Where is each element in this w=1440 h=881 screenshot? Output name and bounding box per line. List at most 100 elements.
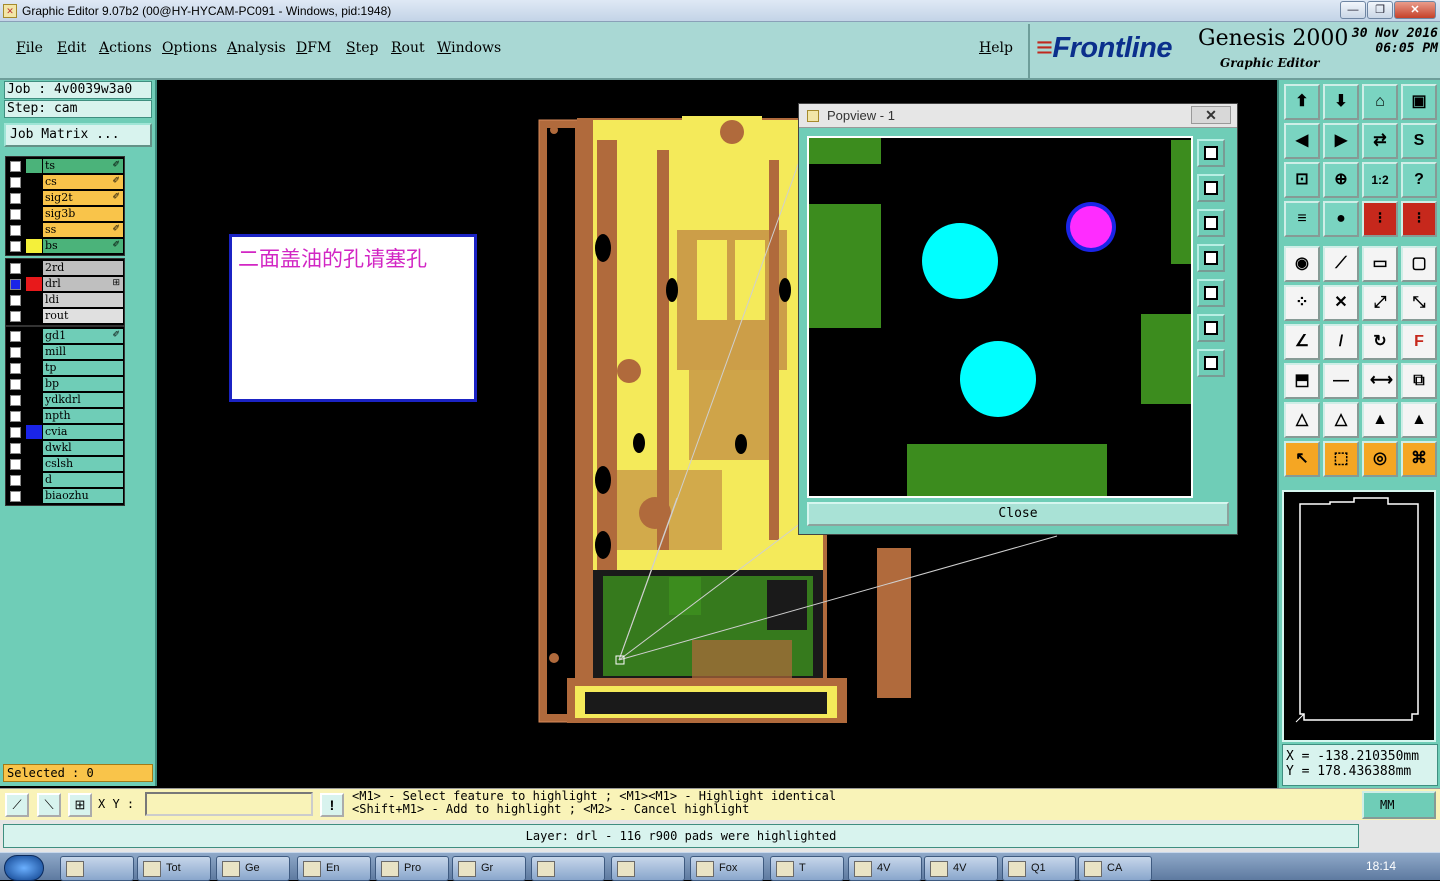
select-box-icon[interactable]: ⬚ <box>1323 441 1359 477</box>
snap-mode-1-icon[interactable]: ⟋ <box>5 793 29 817</box>
start-button[interactable] <box>4 855 44 881</box>
layer-row-2rd[interactable]: 2rd <box>7 260 123 276</box>
window-view-icon[interactable]: ▣ <box>1401 84 1437 120</box>
pan-left-icon[interactable]: ◀ <box>1284 123 1320 159</box>
layer-row-dwkl[interactable]: dwkl <box>7 440 123 456</box>
popview-pan-up-icon[interactable] <box>1197 174 1225 202</box>
layer-row-cslsh[interactable]: cslsh <box>7 456 123 472</box>
layer-color-swatch[interactable] <box>26 377 42 391</box>
layer-checkbox[interactable] <box>10 263 21 274</box>
layer-checkbox[interactable] <box>10 161 21 172</box>
layer-color-icon[interactable]: ⁝ <box>1401 201 1437 237</box>
taskbar-item[interactable]: Ge <box>216 856 290 881</box>
layer-color-swatch[interactable] <box>26 239 42 253</box>
layer-row-npth[interactable]: npth <box>7 408 123 424</box>
layer-checkbox[interactable] <box>10 331 21 342</box>
rotate-icon[interactable]: ↻ <box>1362 324 1398 360</box>
layer-checkbox[interactable] <box>10 379 21 390</box>
select-net-icon[interactable]: ⌘ <box>1401 441 1437 477</box>
layer-row-drl[interactable]: drl ⊞ <box>7 276 123 292</box>
layer-row-ydkdrl[interactable]: ydkdrl <box>7 392 123 408</box>
cross-icon[interactable]: ✕ <box>1323 285 1359 321</box>
menu-help[interactable]: Help <box>979 40 1013 56</box>
layer-row-sig2t[interactable]: sig2t ✐ <box>7 190 123 206</box>
taskbar-item[interactable] <box>611 856 685 881</box>
layer-color-swatch[interactable] <box>26 293 42 307</box>
menu-analysis[interactable]: Analysis <box>227 40 286 56</box>
taskbar-item[interactable]: Pro <box>375 856 449 881</box>
layer-color-swatch[interactable] <box>26 175 42 189</box>
snap-icon[interactable]: ● <box>1323 201 1359 237</box>
zoom-center-icon[interactable]: ⊕ <box>1323 162 1359 198</box>
layer-color-swatch[interactable] <box>26 409 42 423</box>
popview-close-x-button[interactable]: ✕ <box>1191 106 1231 124</box>
snap-mode-2-icon[interactable]: ⟍ <box>37 793 61 817</box>
layer-row-sig3b[interactable]: sig3b <box>7 206 123 222</box>
break-icon[interactable]: ⬒ <box>1284 363 1320 399</box>
popview-pan-left-icon[interactable] <box>1197 244 1225 272</box>
layer-color-swatch[interactable] <box>26 345 42 359</box>
measure-icon[interactable]: ≡ <box>1284 201 1320 237</box>
layer-checkbox[interactable] <box>10 443 21 454</box>
layer-row-tp[interactable]: tp <box>7 360 123 376</box>
taskbar-item[interactable]: 4V <box>848 856 922 881</box>
select-arrow-icon[interactable]: ↖ <box>1284 441 1320 477</box>
layer-checkbox[interactable] <box>10 411 21 422</box>
angle-icon[interactable]: ∠ <box>1284 324 1320 360</box>
layer-color-swatch[interactable] <box>26 457 42 471</box>
layer-row-gd1[interactable]: gd1 ✐ <box>7 328 123 344</box>
popview-pan-right-icon[interactable] <box>1197 279 1225 307</box>
layer-row-bp[interactable]: bp <box>7 376 123 392</box>
layer-row-mill[interactable]: mill <box>7 344 123 360</box>
layer-checkbox[interactable] <box>10 427 21 438</box>
scale-1-2-icon[interactable]: 1:2 <box>1362 162 1398 198</box>
ruler-icon[interactable]: ▭ <box>1362 246 1398 282</box>
layer-row-biaozhu[interactable]: biaozhu <box>7 488 123 504</box>
pan-right-icon[interactable]: ▶ <box>1323 123 1359 159</box>
taskbar-item[interactable] <box>60 856 134 881</box>
layer-checkbox[interactable] <box>10 459 21 470</box>
select-circle-icon[interactable]: ◎ <box>1362 441 1398 477</box>
split-icon[interactable]: — <box>1323 363 1359 399</box>
help-query-icon[interactable]: ? <box>1401 162 1437 198</box>
layer-color-swatch[interactable] <box>26 261 42 275</box>
zoom-fit-icon[interactable]: ⊡ <box>1284 162 1320 198</box>
popview-pan-down-icon[interactable] <box>1197 209 1225 237</box>
menu-options[interactable]: Options <box>162 40 217 56</box>
layer-color-swatch[interactable] <box>26 393 42 407</box>
copy-pad-icon[interactable]: ⤡ <box>1401 285 1437 321</box>
overview-map[interactable] <box>1282 490 1436 742</box>
menu-file[interactable]: File <box>16 40 43 56</box>
layer-checkbox[interactable] <box>10 363 21 374</box>
layer-color-swatch[interactable] <box>26 425 42 439</box>
add-pad-icon[interactable]: ◉ <box>1284 246 1320 282</box>
layer-row-bs[interactable]: bs ✐ <box>7 238 123 254</box>
home-view-icon[interactable]: ⌂ <box>1362 84 1398 120</box>
add-line-icon[interactable]: ⟋ <box>1323 246 1359 282</box>
minimize-button[interactable]: — <box>1340 1 1366 19</box>
layer-color-swatch[interactable] <box>26 207 42 221</box>
layer-row-rout[interactable]: rout <box>7 308 123 324</box>
slash-icon[interactable]: / <box>1323 324 1359 360</box>
layer-checkbox[interactable] <box>10 193 21 204</box>
menu-dfm[interactable]: DFM <box>296 40 331 56</box>
layer-row-ldi[interactable]: ldi <box>7 292 123 308</box>
pan-down-icon[interactable]: ⬇ <box>1323 84 1359 120</box>
layer-display-icon[interactable]: ⁝ <box>1362 201 1398 237</box>
triangle-1-icon[interactable]: △ <box>1284 402 1320 438</box>
layer-color-swatch[interactable] <box>26 441 42 455</box>
move-pad-icon[interactable]: ⤢ <box>1362 285 1398 321</box>
popview-zoom-in-icon[interactable] <box>1197 314 1225 342</box>
layer-checkbox[interactable] <box>10 311 21 322</box>
layer-color-swatch[interactable] <box>26 329 42 343</box>
menu-windows[interactable]: Windows <box>437 40 501 56</box>
layer-color-swatch[interactable] <box>26 159 42 173</box>
layer-checkbox[interactable] <box>10 475 21 486</box>
layer-color-swatch[interactable] <box>26 361 42 375</box>
taskbar-item[interactable]: Gr <box>452 856 526 881</box>
warning-button[interactable]: ! <box>320 793 344 817</box>
redraw-icon[interactable]: S <box>1401 123 1437 159</box>
swap-view-icon[interactable]: ⇄ <box>1362 123 1398 159</box>
taskbar-item[interactable]: 4V <box>924 856 998 881</box>
grid-snap-icon[interactable]: ⊞ <box>68 793 92 817</box>
